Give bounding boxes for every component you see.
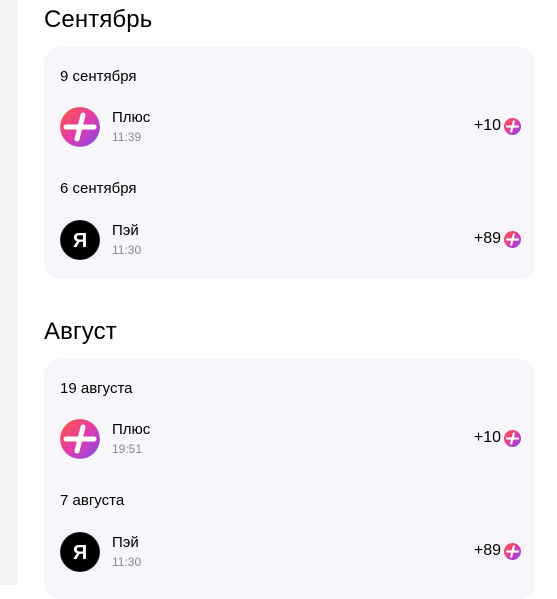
left-rail [0,0,18,585]
transaction-name: Пэй [112,534,139,551]
transaction-amount: +10 [473,429,501,446]
transaction-amount: +89 [473,542,501,559]
transaction-amount: +89 [473,230,501,247]
transaction-row[interactable]: Я Пэй 11:30 +89 [60,220,521,262]
month-card: 9 сентября Плюс 11:39 +10 6 сентября Я П… [44,47,535,279]
transaction-name: Плюс [112,109,151,126]
svg-text:Я: Я [73,230,87,252]
transaction-row[interactable]: Я Пэй 11:30 +89 [60,532,521,574]
transaction-time: 11:30 [112,243,142,257]
transaction-name: Плюс [112,421,151,438]
day-title: 7 августа [60,492,125,509]
transaction-amount: +10 [473,117,501,134]
transaction-name: Пэй [112,222,139,239]
svg-text:Я: Я [73,542,87,564]
plus-points-icon [504,430,521,447]
plus-logo-icon [60,419,100,459]
month-title: Сентябрь [44,6,153,33]
day-title: 6 сентября [60,180,137,197]
transaction-row[interactable]: Плюс 19:51 +10 [60,419,521,461]
plus-points-icon [504,543,521,560]
transaction-time: 11:30 [112,555,142,569]
transaction-time: 11:39 [112,130,142,144]
month-title: Август [44,318,117,345]
plus-logo-icon [60,107,100,147]
month-card: 19 августа Плюс 19:51 +10 7 августа Я Пэ… [44,359,535,599]
day-title: 9 сентября [60,68,137,85]
yandex-logo-icon: Я [60,532,100,572]
plus-points-icon [504,231,521,248]
yandex-logo-icon: Я [60,220,100,260]
transaction-row[interactable]: Плюс 11:39 +10 [60,107,521,149]
day-title: 19 августа [60,380,133,397]
plus-points-icon [504,118,521,135]
transaction-time: 19:51 [112,442,143,456]
